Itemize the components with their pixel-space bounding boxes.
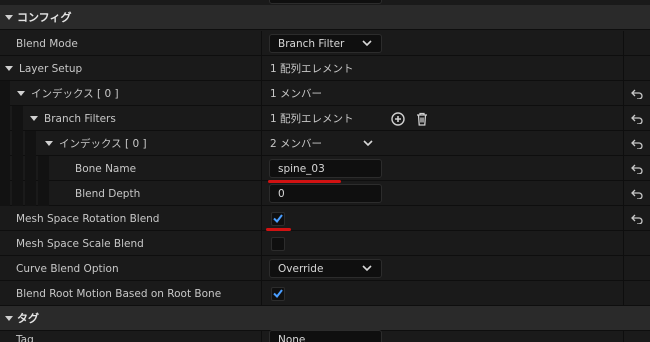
blend-root-motion-label: Blend Root Motion Based on Root Bone [16,287,222,300]
branch-filters-value: 1 配列エレメント [270,113,354,125]
row-blend-depth: Blend Depth 0 [0,181,650,206]
chevron-down-icon [361,263,373,275]
mesh-space-rotation-label: Mesh Space Rotation Blend [16,212,160,225]
add-circle-icon[interactable] [390,111,406,127]
category-config[interactable]: コンフィグ [0,5,650,30]
blend-depth-value: 0 [278,187,285,200]
blend-mode-dropdown[interactable]: Branch Filter [269,34,382,53]
check-icon [273,214,283,223]
mesh-space-scale-label: Mesh Space Scale Blend [16,237,144,250]
branch-filters-toggle[interactable]: Branch Filters [30,106,116,131]
curve-blend-option-label: Curve Blend Option [16,262,119,275]
reset-arrow-icon[interactable] [624,181,650,206]
row-index-0-inner: インデックス [ 0 ] 2 メンバー [0,131,650,156]
bone-name-input[interactable]: spine_03 [269,159,382,178]
index-0-inner-toggle[interactable]: インデックス [ 0 ] [45,131,147,156]
index-0-toggle[interactable]: インデックス [ 0 ] [17,81,119,106]
layer-setup-label: Layer Setup [19,62,83,75]
row-bone-name: Bone Name spine_03 [0,156,650,181]
trash-icon[interactable] [414,111,430,127]
index-0-inner-label: インデックス [ 0 ] [59,138,147,150]
check-icon [273,289,283,298]
annotation-underline-rotation-check [266,228,291,231]
blend-mode-label: Blend Mode [16,37,78,50]
tag-label: Tag [16,333,34,342]
index-0-inner-value: 2 メンバー [270,138,323,150]
branch-filters-label: Branch Filters [44,112,116,125]
mesh-space-scale-checkbox[interactable] [271,236,285,251]
reset-arrow-icon[interactable] [624,81,650,106]
expand-arrow-icon[interactable] [17,91,25,96]
expand-arrow-icon[interactable] [5,13,15,22]
annotation-underline-bone-name [268,180,341,183]
row-tag: Tag None [0,330,650,342]
curve-blend-option-dropdown[interactable]: Override [269,259,382,278]
index-0-label: インデックス [ 0 ] [31,88,119,100]
blend-depth-label: Blend Depth [75,187,141,200]
row-blend-root-motion: Blend Root Motion Based on Root Bone [0,281,650,306]
category-tag-label: タグ [17,312,39,325]
row-branch-filters: Branch Filters 1 配列エレメント [0,106,650,131]
blend-mode-value: Branch Filter [278,37,345,50]
blend-depth-input[interactable]: 0 [269,184,382,203]
layer-setup-value: 1 配列エレメント [270,63,354,75]
layer-setup-toggle[interactable]: Layer Setup [5,56,82,81]
bone-name-value: spine_03 [278,162,325,175]
row-blend-mode: Blend Mode Branch Filter [0,31,650,56]
reset-arrow-icon[interactable] [624,131,650,156]
chevron-down-icon [361,38,373,50]
row-mesh-space-rotation-blend: Mesh Space Rotation Blend [0,206,650,231]
bone-name-label: Bone Name [75,162,137,175]
row-curve-blend-option: Curve Blend Option Override [0,256,650,281]
expand-arrow-icon[interactable] [45,141,53,146]
chevron-down-icon[interactable] [362,138,374,150]
row-mesh-space-scale-blend: Mesh Space Scale Blend [0,231,650,256]
details-panel: コンフィグ Blend Mode Branch Filter Layer Set… [0,0,650,342]
reset-arrow-icon[interactable] [624,156,650,181]
blend-root-motion-checkbox[interactable] [271,286,285,301]
expand-arrow-icon[interactable] [5,314,15,323]
previous-input-fragment [269,0,382,4]
expand-arrow-icon[interactable] [5,66,13,71]
tag-input[interactable]: None [269,330,382,342]
mesh-space-rotation-checkbox[interactable] [271,211,285,226]
reset-arrow-icon[interactable] [624,206,650,231]
expand-arrow-icon[interactable] [30,116,38,121]
tag-value: None [278,333,306,342]
reset-arrow-icon[interactable] [624,106,650,131]
row-index-0: インデックス [ 0 ] 1 メンバー [0,81,650,106]
index-0-value: 1 メンバー [270,88,323,100]
curve-blend-option-value: Override [278,262,324,275]
category-config-label: コンフィグ [17,11,72,24]
row-layer-setup: Layer Setup 1 配列エレメント [0,56,650,81]
